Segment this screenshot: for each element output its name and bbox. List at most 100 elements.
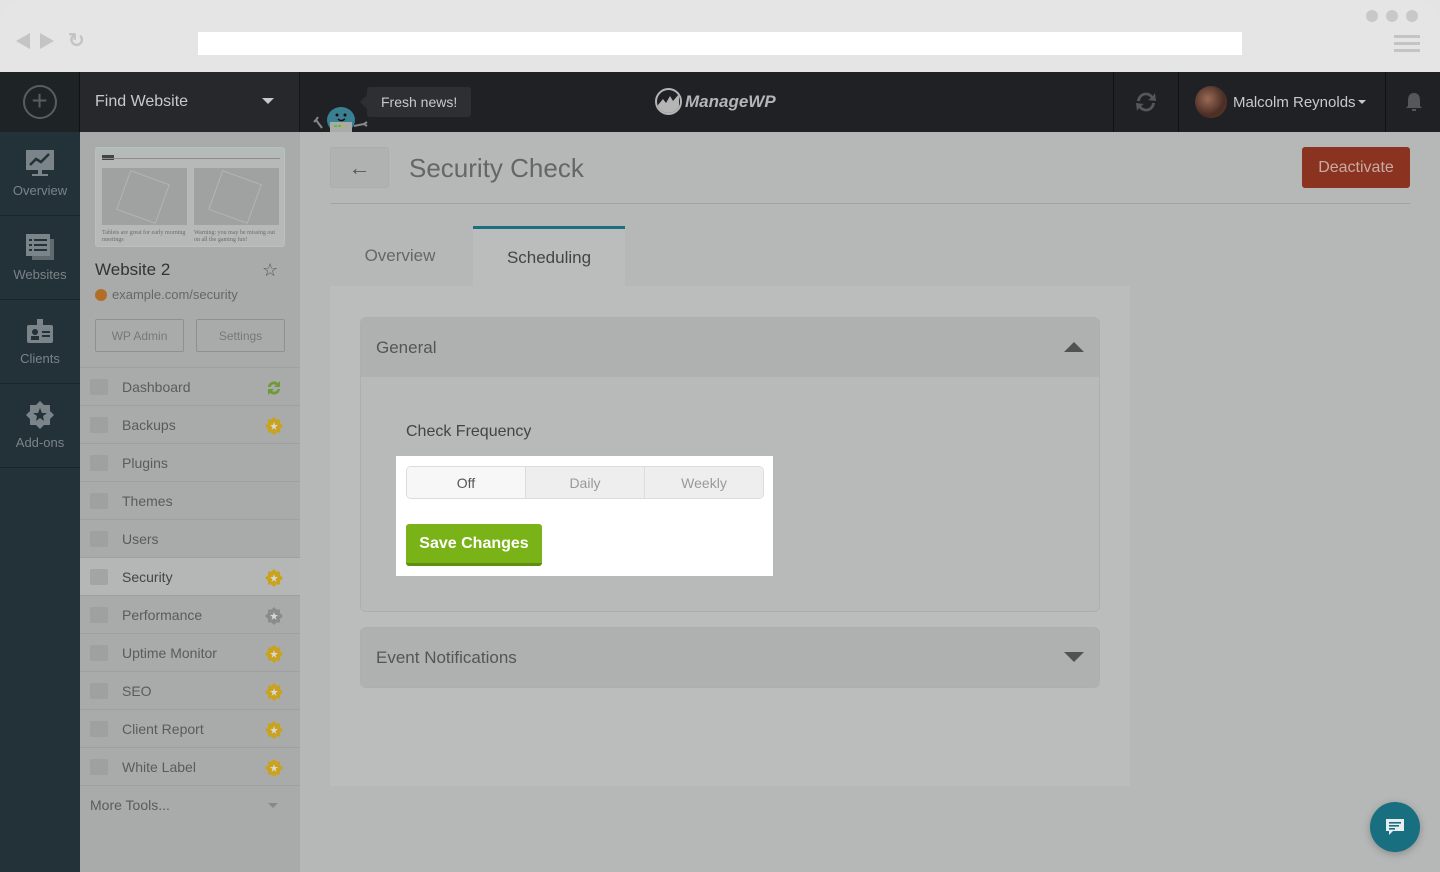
premium-badge-icon[interactable] xyxy=(265,569,283,587)
accordion-title: Event Notifications xyxy=(376,647,517,667)
tool-performance[interactable]: Performance xyxy=(80,595,300,633)
sync-status-icon[interactable] xyxy=(265,379,283,397)
nav-item-websites[interactable]: Websites xyxy=(0,216,80,300)
event-notifications-header[interactable]: Event Notifications xyxy=(361,628,1099,687)
nav-item-clients[interactable]: Clients xyxy=(0,300,80,384)
frequency-option-daily[interactable]: Daily xyxy=(525,467,644,498)
frequency-option-weekly[interactable]: Weekly xyxy=(644,467,763,498)
add-website-button[interactable]: + xyxy=(0,72,80,132)
monitor-icon xyxy=(90,378,108,395)
tool-plugins[interactable]: Plugins xyxy=(80,443,300,481)
check-frequency-label: Check Frequency xyxy=(406,423,532,440)
tool-label: Security xyxy=(122,568,173,585)
nav-label: Overview xyxy=(12,183,68,198)
browser-nav: ↻ xyxy=(16,31,85,51)
more-tools-toggle[interactable]: More Tools... xyxy=(80,785,300,823)
deactivate-button[interactable]: Deactivate xyxy=(1302,147,1410,188)
chat-button[interactable] xyxy=(1370,802,1420,852)
thumbnail-image xyxy=(102,168,187,225)
general-accordion-header[interactable]: General xyxy=(361,318,1099,377)
notifications-button[interactable] xyxy=(1387,72,1440,132)
managewp-logo[interactable]: ManageWP xyxy=(655,88,776,115)
nav-item-add-ons[interactable]: Add-ons xyxy=(0,384,80,468)
website-sidebar: Tablets are great for early morning meet… xyxy=(80,132,300,872)
user-menu[interactable]: Malcolm Reynolds xyxy=(1180,72,1386,132)
find-website-label: Find Website xyxy=(95,93,189,110)
nav-item-overview[interactable]: Overview xyxy=(0,132,80,216)
mountain-logo-icon xyxy=(655,88,682,115)
window-dot[interactable] xyxy=(1406,10,1418,22)
backup-drive-icon xyxy=(90,416,108,433)
chat-bubble-icon xyxy=(1386,819,1404,835)
website-thumbnail[interactable]: Tablets are great for early morning meet… xyxy=(95,147,285,247)
premium-badge-icon[interactable] xyxy=(265,645,283,663)
premium-badge-icon[interactable] xyxy=(265,759,283,777)
window-dot[interactable] xyxy=(1386,10,1398,22)
tab-scheduling[interactable]: Scheduling xyxy=(473,226,625,286)
window-dot[interactable] xyxy=(1366,10,1378,22)
gauge-icon xyxy=(90,606,108,623)
page-title: Security Check xyxy=(409,153,584,183)
premium-badge-icon[interactable] xyxy=(265,417,283,435)
premium-badge-icon[interactable] xyxy=(265,683,283,701)
window-controls xyxy=(1366,10,1418,22)
browser-chrome: ↻ xyxy=(0,0,1440,72)
tool-users[interactable]: Users xyxy=(80,519,300,557)
url-bar[interactable] xyxy=(198,32,1242,55)
users-icon xyxy=(90,530,108,547)
accordion-title: General xyxy=(376,337,437,357)
tool-seo[interactable]: SEO xyxy=(80,671,300,709)
tool-white-label[interactable]: White Label xyxy=(80,747,300,785)
back-button[interactable]: ← xyxy=(330,147,389,188)
tool-security[interactable]: Security xyxy=(80,557,300,595)
thumbnail-caption: Warning: you may be missing out on all t… xyxy=(194,230,276,243)
main-content: ← Security Check Deactivate Overview Sch… xyxy=(300,132,1440,872)
save-changes-button[interactable]: Save Changes xyxy=(406,524,542,566)
shield-icon xyxy=(90,568,108,585)
back-arrow-icon[interactable] xyxy=(16,33,30,49)
sync-button[interactable] xyxy=(1113,72,1179,132)
divider xyxy=(330,203,1410,204)
tag-icon xyxy=(90,758,108,775)
tool-uptime-monitor[interactable]: Uptime Monitor xyxy=(80,633,300,671)
website-url-text: example.com/security xyxy=(112,287,238,302)
wp-admin-button[interactable]: WP Admin xyxy=(95,319,184,352)
tool-dashboard[interactable]: Dashboard xyxy=(80,367,300,405)
tool-label: White Label xyxy=(122,758,196,775)
plug-icon xyxy=(90,454,108,471)
tool-themes[interactable]: Themes xyxy=(80,481,300,519)
primary-nav: Overview Websites Clients Add-ons xyxy=(0,132,80,872)
fresh-news-tooltip[interactable]: Fresh news! xyxy=(359,87,472,117)
area-chart-icon xyxy=(90,720,108,737)
caret-down-icon xyxy=(1064,652,1084,662)
tool-backups[interactable]: Backups xyxy=(80,405,300,443)
settings-button[interactable]: Settings xyxy=(196,319,285,352)
forward-arrow-icon[interactable] xyxy=(40,33,54,49)
id-badge-icon xyxy=(27,319,53,343)
highlighted-region: Off Daily Weekly Save Changes xyxy=(396,456,773,576)
website-url[interactable]: example.com/security xyxy=(95,287,238,302)
sync-icon xyxy=(1136,92,1156,112)
favorite-star-icon[interactable]: ☆ xyxy=(262,260,278,281)
tool-label: Dashboard xyxy=(122,378,191,395)
premium-badge-icon[interactable] xyxy=(265,607,283,625)
bell-icon xyxy=(1405,93,1422,111)
tool-client-report[interactable]: Client Report xyxy=(80,709,300,747)
tool-label: Plugins xyxy=(122,454,168,471)
websites-list-icon xyxy=(26,234,54,260)
frequency-option-off[interactable]: Off xyxy=(407,467,525,498)
browser-menu-icon[interactable] xyxy=(1394,35,1420,56)
plus-circle-icon: + xyxy=(22,85,57,119)
star-badge-icon xyxy=(26,401,54,429)
premium-badge-icon[interactable] xyxy=(265,721,283,739)
avatar xyxy=(1195,86,1227,118)
find-website-dropdown[interactable]: Find Website xyxy=(80,72,300,132)
user-name: Malcolm Reynolds xyxy=(1233,93,1356,111)
caret-down-icon xyxy=(262,98,274,104)
reload-icon[interactable]: ↻ xyxy=(68,31,85,51)
tool-label: SEO xyxy=(122,682,152,699)
logo-text: ManageWP xyxy=(685,91,776,111)
nav-label: Add-ons xyxy=(15,435,65,450)
tab-overview[interactable]: Overview xyxy=(330,226,470,286)
more-tools-label: More Tools... xyxy=(90,796,170,813)
